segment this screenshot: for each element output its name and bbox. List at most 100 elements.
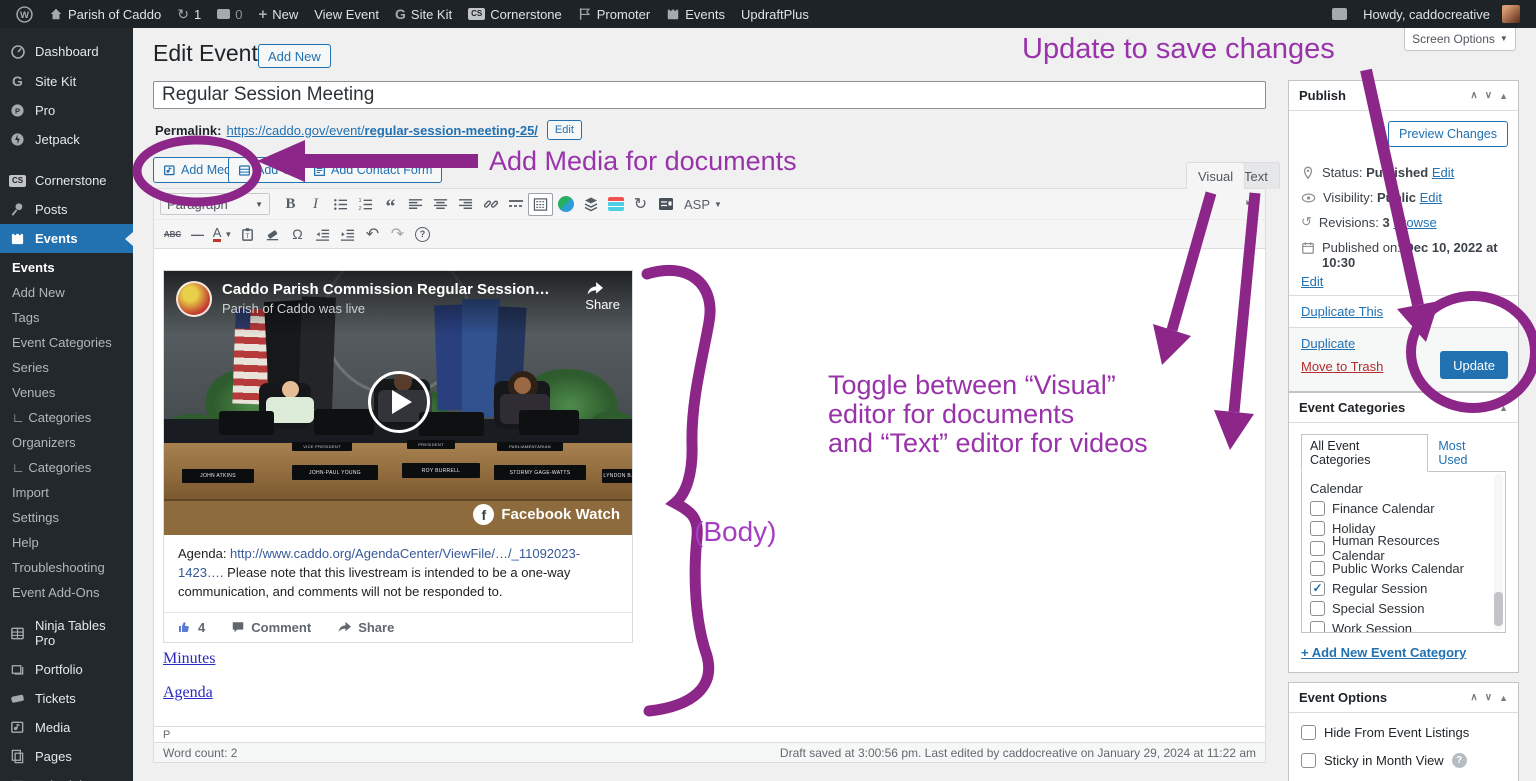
sidebar-item-schedule[interactable]: Schedule: [0, 771, 133, 781]
sidebar-item-media[interactable]: Media: [0, 713, 133, 742]
scrollbar-thumb[interactable]: [1494, 592, 1503, 626]
duplicate-this-link[interactable]: Duplicate This: [1301, 304, 1383, 319]
screen-options-button[interactable]: Screen Options▼: [1404, 27, 1516, 51]
submenu-venue-categories[interactable]: ∟ Categories: [0, 405, 133, 430]
ninja-table-icon[interactable]: [603, 193, 628, 216]
browse-revisions-link[interactable]: Browse: [1393, 215, 1436, 230]
checkbox[interactable]: [1301, 725, 1316, 740]
submenu-organizer-categories[interactable]: ∟ Categories: [0, 455, 133, 480]
read-more-button[interactable]: [503, 193, 528, 216]
share-action-button[interactable]: Share: [337, 620, 394, 635]
sidebar-item-site-kit[interactable]: G Site Kit: [0, 66, 133, 96]
outdent-button[interactable]: [310, 223, 335, 246]
move-down-icon[interactable]: ∨: [1485, 692, 1492, 703]
submenu-add-new[interactable]: Add New: [0, 280, 133, 305]
refresh-icon[interactable]: ↻: [628, 193, 653, 216]
submenu-series[interactable]: Series: [0, 355, 133, 380]
asp-dropdown[interactable]: ASP▼: [678, 193, 728, 216]
move-down-icon[interactable]: ∨: [1485, 90, 1492, 101]
link-button[interactable]: [478, 193, 503, 216]
submenu-troubleshooting[interactable]: Troubleshooting: [0, 555, 133, 580]
update-button[interactable]: Update: [1440, 351, 1508, 379]
undo-button[interactable]: ↶: [360, 223, 385, 246]
submenu-event-add-ons[interactable]: Event Add-Ons: [0, 580, 133, 605]
toolbar-toggle-button[interactable]: [528, 193, 553, 216]
edit-visibility-link[interactable]: Edit: [1420, 190, 1442, 205]
submenu-event-categories[interactable]: Event Categories: [0, 330, 133, 355]
add-contact-form-button[interactable]: Add Contact Form: [303, 157, 442, 183]
publish-box-header[interactable]: Publish ∧∨▲: [1289, 81, 1518, 111]
submenu-settings[interactable]: Settings: [0, 505, 133, 530]
event-options-header[interactable]: Event Options ∧∨▲: [1289, 683, 1518, 713]
submenu-events[interactable]: Events: [0, 255, 133, 280]
layers-icon[interactable]: [578, 193, 603, 216]
paste-as-text-button[interactable]: T: [235, 223, 260, 246]
updates-menu[interactable]: ↻ 1: [169, 0, 209, 28]
view-event-link[interactable]: View Event: [306, 0, 387, 28]
share-button[interactable]: Share: [585, 281, 620, 325]
like-count[interactable]: 4: [178, 620, 205, 635]
special-character-button[interactable]: Ω: [285, 223, 310, 246]
sidebar-item-tickets[interactable]: Tickets: [0, 684, 133, 713]
site-name-menu[interactable]: Parish of Caddo: [41, 0, 169, 28]
move-down-icon[interactable]: ∨: [1485, 402, 1492, 413]
bold-button[interactable]: B: [278, 193, 303, 216]
numbered-list-button[interactable]: 12: [353, 193, 378, 216]
checkbox[interactable]: [1310, 521, 1325, 536]
sidebar-item-dashboard[interactable]: Dashboard: [0, 36, 133, 66]
play-button[interactable]: [368, 371, 430, 433]
fullscreen-icon[interactable]: [1246, 193, 1258, 205]
text-color-button[interactable]: A▼: [210, 223, 235, 246]
tab-visual[interactable]: Visual: [1186, 162, 1245, 189]
sidebar-item-pro[interactable]: P Pro: [0, 96, 133, 125]
event-categories-header[interactable]: Event Categories ∧∨▲: [1289, 393, 1518, 423]
redo-button[interactable]: ↷: [385, 223, 410, 246]
checkbox[interactable]: [1310, 561, 1325, 576]
comment-button[interactable]: Comment: [231, 620, 311, 635]
facebook-watch-badge[interactable]: f Facebook Watch: [473, 504, 620, 525]
scrollbar-track[interactable]: [1494, 474, 1503, 630]
checkbox-checked[interactable]: [1310, 581, 1325, 596]
move-up-icon[interactable]: ∧: [1470, 402, 1477, 413]
asp-form-icon[interactable]: [653, 193, 678, 216]
sidebar-item-cornerstone[interactable]: CS Cornerstone: [0, 166, 133, 195]
sidebar-item-ninja-tables[interactable]: Ninja Tables Pro: [0, 611, 133, 655]
horizontal-rule-button[interactable]: —: [185, 223, 210, 246]
events-menu[interactable]: Events: [658, 0, 733, 28]
path-element[interactable]: P: [163, 729, 170, 741]
clear-formatting-button[interactable]: [260, 223, 285, 246]
preview-changes-button[interactable]: Preview Changes: [1388, 121, 1508, 147]
comments-menu[interactable]: 0: [209, 0, 250, 28]
align-left-button[interactable]: [403, 193, 428, 216]
video-title[interactable]: Caddo Parish Commission Regular Session …: [222, 281, 552, 298]
sidebar-item-posts[interactable]: Posts: [0, 195, 133, 224]
sidebar-item-pages[interactable]: Pages: [0, 742, 133, 771]
cornerstone-menu[interactable]: CS Cornerstone: [460, 0, 570, 28]
align-right-button[interactable]: [453, 193, 478, 216]
checkbox[interactable]: [1310, 601, 1325, 616]
sidebar-item-events[interactable]: Events: [0, 224, 133, 253]
submenu-venues[interactable]: Venues: [0, 380, 133, 405]
duplicate-link[interactable]: Duplicate: [1301, 336, 1355, 351]
notification-menu[interactable]: [1324, 0, 1355, 28]
paragraph-format-dropdown[interactable]: Paragraph▼: [160, 193, 270, 215]
blockquote-button[interactable]: “: [378, 193, 403, 216]
submenu-help[interactable]: Help: [0, 530, 133, 555]
promoter-menu[interactable]: Promoter: [570, 0, 658, 28]
toggle-panel-icon[interactable]: ▲: [1499, 403, 1508, 413]
toggle-panel-icon[interactable]: ▲: [1499, 693, 1508, 703]
bulleted-list-button[interactable]: [328, 193, 353, 216]
edit-status-link[interactable]: Edit: [1432, 165, 1454, 180]
strikethrough-button[interactable]: ABC: [160, 223, 185, 246]
help-icon[interactable]: ?: [1452, 753, 1467, 768]
indent-button[interactable]: [335, 223, 360, 246]
add-new-category-link[interactable]: + Add New Event Category: [1301, 645, 1466, 660]
event-title-input[interactable]: [153, 81, 1266, 109]
checkbox[interactable]: [1301, 753, 1316, 768]
move-to-trash-link[interactable]: Move to Trash: [1301, 359, 1383, 374]
permalink-url[interactable]: https://caddo.gov/event/regular-session-…: [226, 123, 537, 138]
agenda-link[interactable]: Agenda: [163, 684, 213, 702]
sidebar-item-portfolio[interactable]: Portfolio: [0, 655, 133, 684]
edit-published-link[interactable]: Edit: [1301, 274, 1323, 289]
account-menu[interactable]: Howdy, caddocreative: [1355, 0, 1528, 28]
